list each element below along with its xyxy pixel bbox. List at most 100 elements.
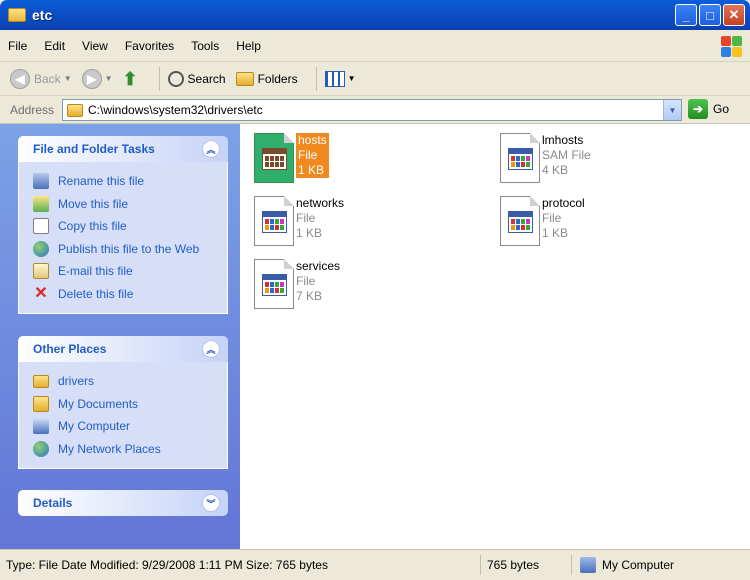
address-input[interactable]: C:\windows\system32\drivers\etc ▼ bbox=[62, 99, 682, 121]
email-icon bbox=[33, 263, 49, 280]
file-item-lmhosts[interactable]: lmhosts SAM File 4 KB bbox=[488, 128, 718, 188]
place-my-computer[interactable]: My Computer bbox=[33, 415, 227, 438]
toolbar-divider bbox=[158, 66, 160, 91]
collapse-icon[interactable]: ︽ bbox=[202, 140, 220, 158]
task-label: Copy this file bbox=[58, 219, 127, 234]
my-documents-icon bbox=[33, 395, 49, 412]
file-item-hosts[interactable]: hosts File 1 KB bbox=[242, 128, 472, 188]
place-label: My Documents bbox=[58, 396, 139, 411]
search-label: Search bbox=[187, 71, 226, 86]
address-path[interactable]: C:\windows\system32\drivers\etc bbox=[88, 103, 263, 117]
file-list[interactable]: hosts File 1 KB lmhosts SAM File 4 KB ne… bbox=[240, 124, 750, 549]
panel-title: File and Folder Tasks bbox=[33, 142, 155, 156]
place-label: drivers bbox=[58, 374, 95, 389]
move-icon bbox=[33, 195, 49, 212]
file-icon bbox=[252, 259, 298, 311]
file-text: protocol File 1 KB bbox=[542, 196, 585, 241]
menu-file[interactable]: File bbox=[8, 39, 27, 53]
panel-title: Details bbox=[33, 496, 73, 510]
status-bar: Type: File Date Modified: 9/29/2008 1:11… bbox=[0, 549, 750, 580]
file-icon bbox=[498, 133, 544, 185]
back-button[interactable]: ◀ Back ▼ bbox=[10, 66, 72, 92]
task-publish[interactable]: Publish this file to the Web bbox=[33, 238, 227, 261]
file-item-protocol[interactable]: protocol File 1 KB bbox=[488, 191, 718, 251]
menu-edit[interactable]: Edit bbox=[44, 39, 65, 53]
collapse-icon[interactable]: ︽ bbox=[202, 340, 220, 358]
file-item-networks[interactable]: networks File 1 KB bbox=[242, 191, 472, 251]
folders-label: Folders bbox=[257, 71, 298, 86]
task-label: Move this file bbox=[58, 196, 129, 211]
window-title: etc bbox=[32, 7, 53, 23]
minimize-button[interactable]: _ bbox=[675, 4, 697, 26]
place-drivers[interactable]: drivers bbox=[33, 370, 227, 393]
file-icon bbox=[252, 133, 298, 185]
panel-header[interactable]: File and Folder Tasks ︽ bbox=[18, 136, 228, 162]
globe-icon bbox=[33, 240, 49, 257]
folder-icon bbox=[8, 8, 26, 22]
views-button[interactable]: ▼ bbox=[324, 66, 356, 92]
folders-button[interactable]: Folders bbox=[235, 66, 298, 92]
forward-button[interactable]: ▶ ▼ bbox=[81, 66, 113, 92]
task-copy[interactable]: Copy this file bbox=[33, 215, 227, 238]
folder-icon bbox=[33, 374, 49, 388]
panel-body: drivers My Documents My Computer My Netw… bbox=[18, 362, 228, 469]
search-button[interactable]: Search bbox=[167, 66, 226, 92]
maximize-button[interactable]: □ bbox=[699, 4, 721, 26]
file-size: 7 KB bbox=[296, 289, 323, 303]
task-rename[interactable]: Rename this file bbox=[33, 170, 227, 193]
task-email[interactable]: E-mail this file bbox=[33, 260, 227, 283]
chevron-down-icon[interactable]: ▼ bbox=[105, 74, 113, 83]
back-arrow-icon: ◀ bbox=[10, 68, 30, 89]
file-item-services[interactable]: services File 7 KB bbox=[242, 254, 472, 314]
file-text: networks File 1 KB bbox=[296, 196, 344, 241]
toolbar: ◀ Back ▼ ▶ ▼ ⬆ Search Folders ▼ bbox=[0, 62, 750, 96]
address-label: Address bbox=[10, 102, 55, 117]
my-computer-icon bbox=[33, 418, 49, 435]
views-icon bbox=[324, 70, 345, 87]
file-icon bbox=[252, 196, 298, 248]
menu-view[interactable]: View bbox=[82, 39, 108, 53]
expand-icon[interactable]: ︾ bbox=[202, 494, 220, 512]
go-label: Go bbox=[713, 102, 730, 116]
task-delete[interactable]: ✕ Delete this file bbox=[33, 283, 227, 306]
title-bar[interactable]: etc _ □ ✕ bbox=[0, 0, 750, 30]
file-size: 1 KB bbox=[298, 163, 325, 177]
menu-help[interactable]: Help bbox=[236, 39, 261, 53]
panel-header[interactable]: Other Places ︽ bbox=[18, 336, 228, 362]
chevron-down-icon[interactable]: ▼ bbox=[663, 100, 681, 120]
place-label: My Network Places bbox=[58, 441, 161, 456]
menu-tools[interactable]: Tools bbox=[191, 39, 219, 53]
menu-bar: File Edit View Favorites Tools Help bbox=[0, 30, 750, 62]
up-button[interactable]: ⬆ bbox=[123, 66, 141, 92]
panel-header[interactable]: Details ︾ bbox=[18, 490, 228, 516]
file-type: File bbox=[296, 274, 316, 288]
back-label: Back bbox=[34, 71, 61, 86]
file-name: hosts bbox=[298, 133, 327, 147]
network-icon bbox=[33, 440, 49, 457]
place-label: My Computer bbox=[58, 419, 131, 434]
task-label: E-mail this file bbox=[58, 264, 133, 279]
file-size: 4 KB bbox=[542, 163, 569, 177]
go-button[interactable]: ➔ Go bbox=[688, 99, 729, 119]
folder-icon bbox=[67, 103, 83, 117]
place-my-documents[interactable]: My Documents bbox=[33, 393, 227, 416]
details-panel: Details ︾ bbox=[18, 490, 228, 516]
address-bar: Address C:\windows\system32\drivers\etc … bbox=[0, 96, 750, 124]
file-name: protocol bbox=[542, 196, 585, 210]
menu-favorites[interactable]: Favorites bbox=[125, 39, 174, 53]
task-pane: File and Folder Tasks ︽ Rename this file… bbox=[0, 124, 240, 549]
rename-icon bbox=[33, 173, 49, 190]
place-network[interactable]: My Network Places bbox=[33, 438, 227, 461]
panel-title: Other Places bbox=[33, 342, 107, 356]
file-size: 1 KB bbox=[296, 226, 323, 240]
file-icon bbox=[498, 196, 544, 248]
file-size: 1 KB bbox=[542, 226, 569, 240]
window-controls: _ □ ✕ bbox=[675, 4, 745, 26]
chevron-down-icon[interactable]: ▼ bbox=[64, 74, 72, 83]
file-type: File bbox=[542, 211, 562, 225]
other-places-panel: Other Places ︽ drivers My Documents My C… bbox=[18, 336, 228, 469]
task-move[interactable]: Move this file bbox=[33, 193, 227, 216]
status-zone-label: My Computer bbox=[602, 558, 675, 572]
status-size: 765 bytes bbox=[487, 558, 540, 572]
close-button[interactable]: ✕ bbox=[723, 4, 745, 26]
